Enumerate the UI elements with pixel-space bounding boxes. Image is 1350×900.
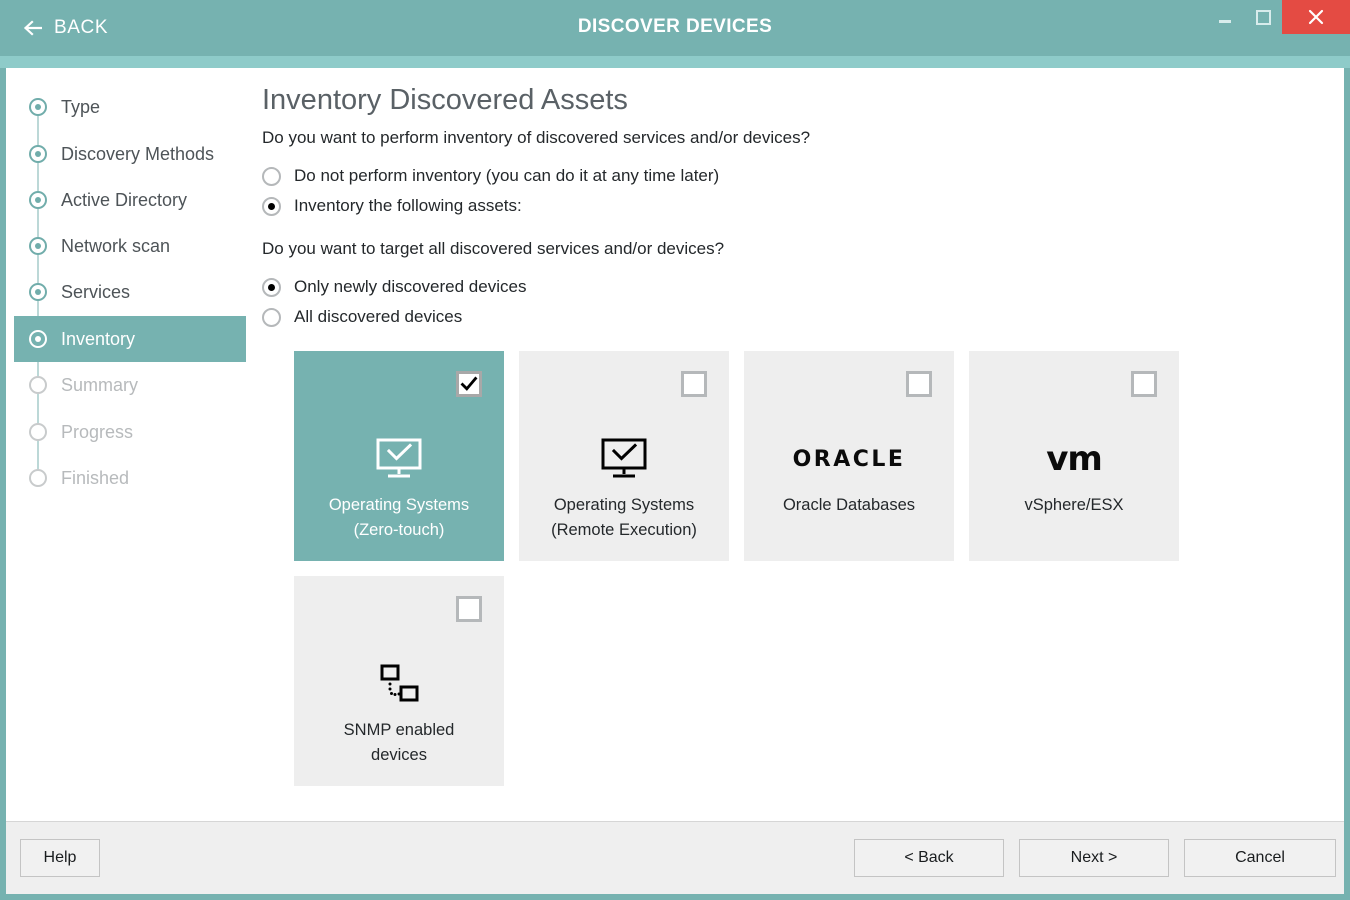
asset-card-line2: devices [371, 746, 427, 764]
sidebar-item-discovery-methods[interactable]: Discovery Methods [14, 131, 246, 177]
asset-card-operating-systems-remote-execution[interactable]: Operating Systems (Remote Execution) [519, 351, 729, 561]
accent-strip [0, 56, 1350, 68]
help-button[interactable]: Help [20, 839, 100, 877]
monitor-check-icon [294, 433, 504, 485]
asset-card-line2: (Remote Execution) [551, 521, 697, 539]
step-label: Active Directory [61, 190, 187, 211]
sidebar-item-summary[interactable]: Summary [14, 362, 246, 408]
radio-label: Inventory the following assets: [294, 196, 522, 216]
asset-card-line2: (Zero-touch) [354, 521, 445, 539]
back-button-footer[interactable]: < Back [854, 839, 1004, 877]
step-label: Services [61, 282, 130, 303]
asset-card-line1: Operating Systems [329, 496, 469, 514]
vmware-logo-icon: vm [969, 433, 1179, 485]
minimize-icon[interactable] [1206, 0, 1244, 34]
radio-icon-selected [262, 278, 281, 297]
step-label: Finished [61, 468, 129, 489]
next-button[interactable]: Next > [1019, 839, 1169, 877]
step-label: Summary [61, 375, 138, 396]
maximize-icon[interactable] [1244, 0, 1282, 34]
asset-card-line1: Operating Systems [554, 496, 694, 514]
window-title: DISCOVER DEVICES [0, 16, 1350, 38]
wizard-stepper: Type Discovery Methods Active Directory … [6, 68, 252, 821]
asset-card-oracle-databases[interactable]: ORACLE Oracle Databases [744, 351, 954, 561]
asset-card-label: vSphere/ESX [977, 493, 1171, 518]
window-controls [1206, 0, 1350, 34]
checkbox-unchecked[interactable] [906, 371, 932, 397]
asset-card-line1: SNMP enabled [344, 721, 455, 739]
checkbox-unchecked[interactable] [456, 596, 482, 622]
vmware-wordmark: vm [1046, 439, 1102, 479]
oracle-logo-icon: ORACLE [744, 433, 954, 485]
checkbox-checked[interactable] [456, 371, 482, 397]
asset-card-line1: vSphere/ESX [1024, 496, 1123, 514]
radio-label: Only newly discovered devices [294, 277, 526, 297]
snmp-network-icon [294, 658, 504, 710]
sidebar-item-inventory[interactable]: Inventory [14, 316, 246, 362]
radio-icon-selected [262, 197, 281, 216]
footer-bar: Help < Back Next > Cancel [6, 821, 1344, 894]
oracle-wordmark: ORACLE [793, 447, 906, 472]
question-target-devices: Do you want to target all discovered ser… [262, 239, 724, 259]
discover-devices-window: BACK DISCOVER DEVICES Type Discovery Met… [0, 0, 1350, 900]
sidebar-item-progress[interactable]: Progress [14, 409, 246, 455]
step-label: Network scan [61, 236, 170, 257]
close-icon[interactable] [1282, 0, 1350, 34]
step-dot-icon [29, 423, 47, 441]
step-dot-icon [29, 283, 47, 301]
content-area: Type Discovery Methods Active Directory … [6, 68, 1344, 821]
asset-card-label: Oracle Databases [752, 493, 946, 518]
sidebar-item-finished[interactable]: Finished [14, 455, 246, 501]
step-dot-icon [29, 237, 47, 255]
sidebar-item-network-scan[interactable]: Network scan [14, 223, 246, 269]
step-label: Discovery Methods [61, 144, 214, 165]
step-label: Inventory [61, 329, 135, 350]
step-dot-icon [29, 330, 47, 348]
check-icon [460, 375, 478, 393]
step-dot-icon [29, 98, 47, 116]
radio-icon [262, 308, 281, 327]
asset-card-operating-systems-zero-touch[interactable]: Operating Systems (Zero-touch) [294, 351, 504, 561]
step-dot-icon [29, 376, 47, 394]
step-dot-icon [29, 191, 47, 209]
question-perform-inventory: Do you want to perform inventory of disc… [262, 128, 810, 148]
sidebar-item-type[interactable]: Type [14, 84, 246, 130]
checkbox-unchecked[interactable] [1131, 371, 1157, 397]
step-label: Progress [61, 422, 133, 443]
radio-only-newly-discovered[interactable]: Only newly discovered devices [262, 277, 526, 297]
asset-type-cards: Operating Systems (Zero-touch) [294, 351, 1234, 786]
asset-card-snmp-enabled-devices[interactable]: SNMP enabled devices [294, 576, 504, 786]
inventory-panel: Inventory Discovered Assets Do you want … [256, 68, 1336, 821]
monitor-check-icon [519, 433, 729, 485]
asset-card-label: Operating Systems (Remote Execution) [527, 493, 721, 543]
sidebar-item-active-directory[interactable]: Active Directory [14, 177, 246, 223]
step-dot-icon [29, 145, 47, 163]
page-title: Inventory Discovered Assets [262, 84, 628, 117]
radio-label: Do not perform inventory (you can do it … [294, 166, 719, 186]
title-bar: BACK DISCOVER DEVICES [0, 0, 1350, 56]
asset-card-label: SNMP enabled devices [302, 718, 496, 768]
radio-label: All discovered devices [294, 307, 462, 327]
cancel-button[interactable]: Cancel [1184, 839, 1336, 877]
checkbox-unchecked[interactable] [681, 371, 707, 397]
step-dot-icon [29, 469, 47, 487]
radio-inventory-following-assets[interactable]: Inventory the following assets: [262, 196, 522, 216]
asset-card-line1: Oracle Databases [783, 496, 915, 514]
sidebar-item-services[interactable]: Services [14, 269, 246, 315]
step-label: Type [61, 97, 100, 118]
radio-all-discovered-devices[interactable]: All discovered devices [262, 307, 462, 327]
radio-do-not-perform-inventory[interactable]: Do not perform inventory (you can do it … [262, 166, 719, 186]
asset-card-vsphere-esx[interactable]: vm vSphere/ESX [969, 351, 1179, 561]
radio-icon [262, 167, 281, 186]
asset-card-label: Operating Systems (Zero-touch) [302, 493, 496, 543]
